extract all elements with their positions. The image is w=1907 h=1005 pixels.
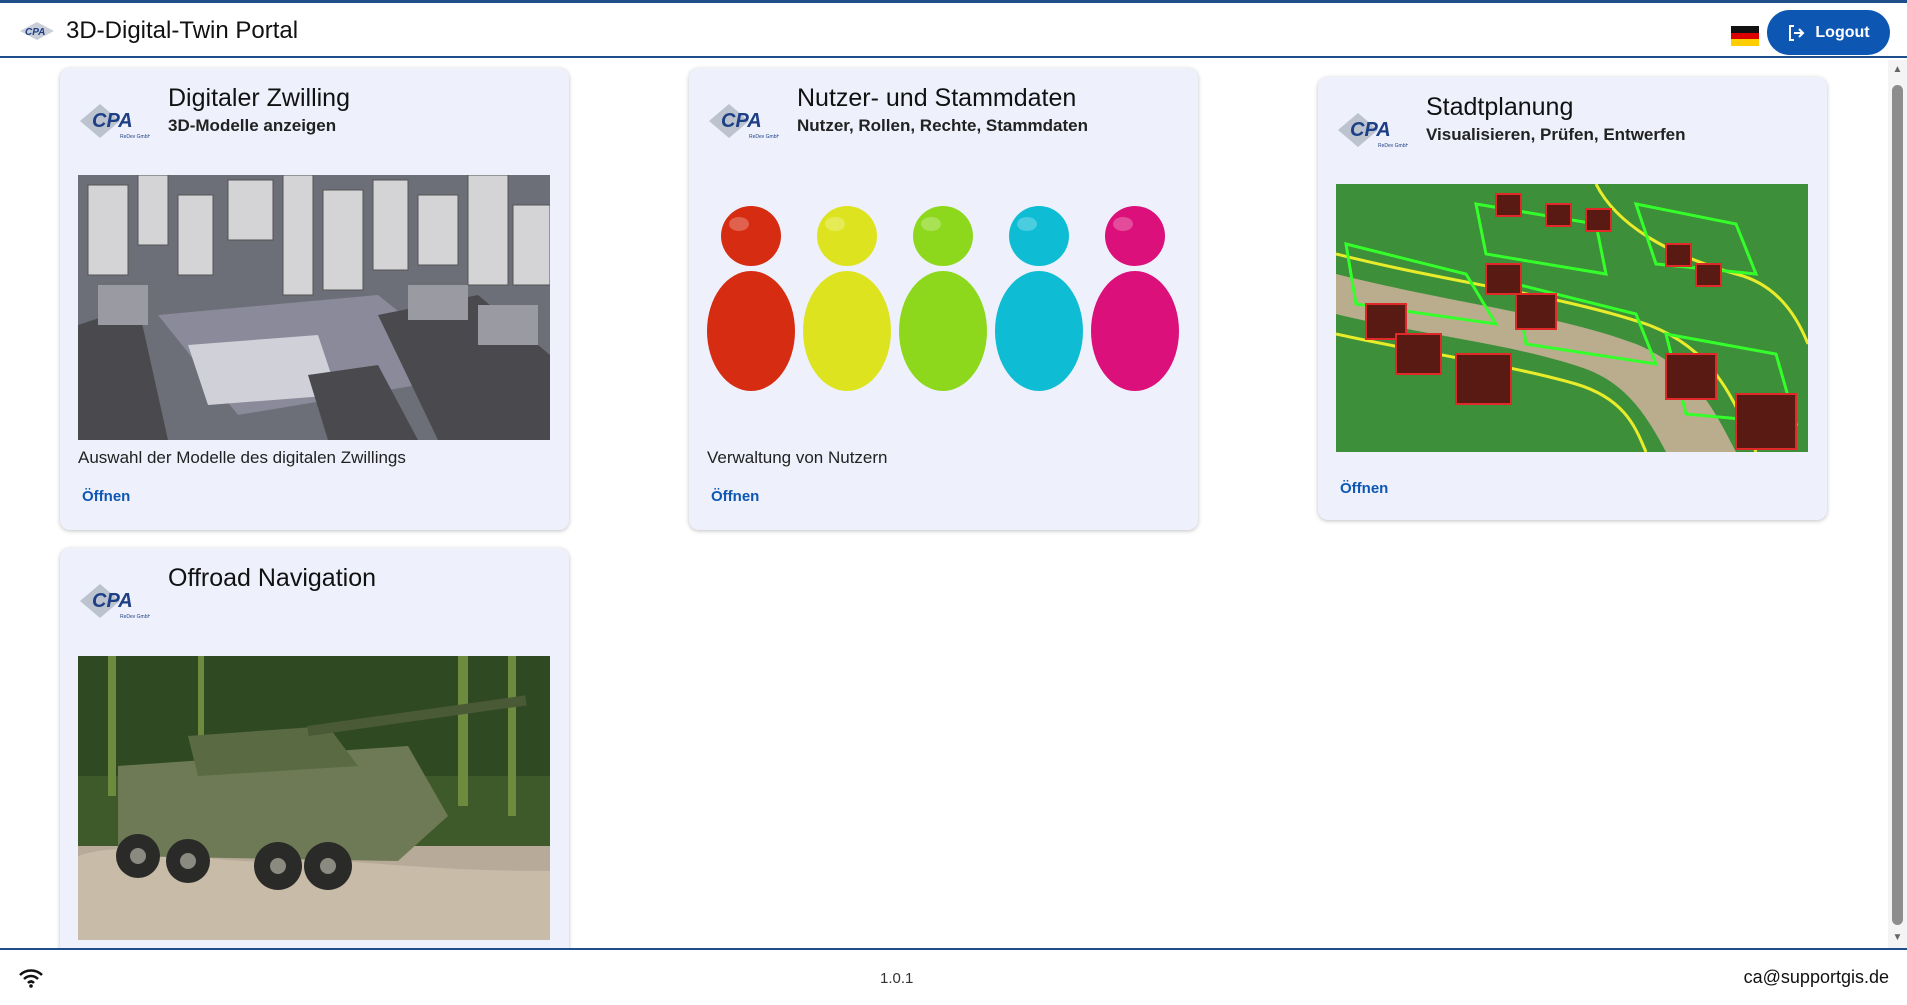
card-digital-twin: CPA ReDev GmbH Digitaler Zwilling 3D-Mod…: [60, 68, 569, 530]
cpa-logo-icon: CPA ReDev GmbH: [80, 104, 150, 140]
logout-label: Logout: [1815, 23, 1870, 41]
scroll-down-icon[interactable]: ▼: [1888, 930, 1907, 946]
card-title: Nutzer- und Stammdaten: [797, 84, 1077, 112]
wifi-icon: [19, 969, 43, 988]
cpa-logo-icon: CPA ReDev GmbH: [1338, 113, 1408, 149]
logout-button[interactable]: Logout: [1767, 10, 1890, 55]
cpa-logo-icon: CPA ReDev GmbH: [709, 104, 779, 140]
card-description: Verwaltung von Nutzern: [707, 448, 888, 467]
svg-text:ReDev GmbH: ReDev GmbH: [749, 134, 779, 140]
card-description: Auswahl der Modelle des digitalen Zwilli…: [78, 448, 406, 467]
svg-text:ReDev GmbH: ReDev GmbH: [1378, 143, 1408, 149]
cpa-logo-icon: CPA ReDev GmbH: [80, 584, 150, 620]
main-content[interactable]: CPA ReDev GmbH Digitaler Zwilling 3D-Mod…: [0, 60, 1888, 948]
card-offroad-navigation: CPA ReDev GmbH Offroad Navigation: [60, 548, 569, 948]
svg-text:CPA: CPA: [92, 110, 133, 132]
cpa-logo-icon: CPA: [20, 22, 54, 40]
card-urban-planning: CPA ReDev GmbH Stadtplanung Visualisiere…: [1318, 77, 1827, 520]
open-button[interactable]: Öffnen: [82, 488, 130, 505]
card-subtitle: Nutzer, Rollen, Rechte, Stammdaten: [797, 116, 1088, 135]
user-email: ca@supportgis.de: [1743, 967, 1889, 987]
german-flag-icon[interactable]: [1731, 26, 1759, 47]
svg-text:CPA: CPA: [25, 27, 45, 38]
svg-text:ReDev GmbH: ReDev GmbH: [120, 134, 150, 140]
card-subtitle: Visualisieren, Prüfen, Entwerfen: [1426, 125, 1686, 144]
svg-text:ReDev GmbH: ReDev GmbH: [120, 614, 150, 620]
military-vehicle-image: [78, 656, 550, 940]
open-button[interactable]: Öffnen: [1340, 480, 1388, 497]
card-title: Digitaler Zwilling: [168, 84, 350, 112]
colored-people-figures-image: [707, 196, 1179, 396]
app-header: CPA 3D-Digital-Twin Portal Logout: [0, 0, 1907, 58]
logout-icon: [1789, 24, 1805, 41]
card-subtitle: 3D-Modelle anzeigen: [168, 116, 337, 135]
scroll-up-icon[interactable]: ▲: [1888, 62, 1907, 78]
svg-text:CPA: CPA: [1350, 119, 1391, 141]
app-footer: 1.0.1 ca@supportgis.de: [0, 948, 1907, 1005]
vertical-scrollbar[interactable]: ▲ ▼: [1888, 60, 1907, 948]
app-version: 1.0.1: [880, 970, 914, 987]
card-title: Offroad Navigation: [168, 564, 376, 592]
card-title: Stadtplanung: [1426, 93, 1574, 121]
scrollbar-thumb[interactable]: [1892, 85, 1903, 925]
urban-planning-map-image: [1336, 184, 1808, 452]
card-user-data: CPA ReDev GmbH Nutzer- und Stammdaten Nu…: [689, 68, 1198, 530]
page-title: 3D-Digital-Twin Portal: [66, 17, 299, 44]
svg-text:CPA: CPA: [721, 110, 762, 132]
open-button[interactable]: Öffnen: [711, 488, 759, 505]
3d-city-model-image: [78, 175, 550, 440]
svg-text:CPA: CPA: [92, 590, 133, 612]
